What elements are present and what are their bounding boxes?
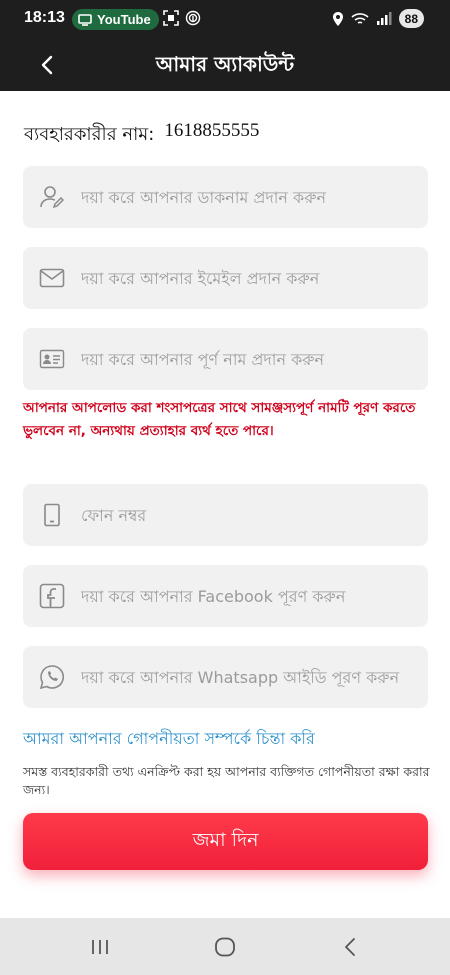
username-row: ব্যবহারকারীর নাম: 1618855555: [24, 120, 259, 151]
youtube-indicator[interactable]: YouTube: [72, 9, 159, 30]
screen-cast-icon: [78, 13, 92, 26]
privacy-link[interactable]: আমরা আপনার গোপনীয়তা সম্পর্কে চিন্তা করি: [23, 726, 315, 753]
phone-icon: [23, 503, 81, 527]
page-title: আমার অ্যাকাউন্ট: [155, 52, 295, 76]
submit-button[interactable]: জমা দিন: [23, 813, 428, 870]
location-icon: [332, 11, 343, 26]
status-time: 18:13: [24, 9, 65, 26]
user-edit-icon: [23, 184, 81, 210]
home-button[interactable]: [205, 932, 245, 962]
home-icon: [215, 937, 235, 957]
wifi-icon: [351, 12, 369, 24]
status-bar: 18:13 YouTube 88: [0, 0, 450, 38]
recent-apps-button[interactable]: [80, 932, 120, 962]
privacy-note: সমস্ত ব্যবহারকারী তথ্য এনক্রিপ্ট করা হয়…: [23, 764, 430, 797]
username-label: ব্যবহারকারীর নাম:: [24, 124, 155, 145]
facebook-input[interactable]: [81, 586, 428, 606]
email-field[interactable]: [23, 247, 428, 309]
battery-indicator: 88: [398, 9, 424, 28]
system-nav-bar: [0, 918, 450, 975]
phone-input[interactable]: [81, 505, 428, 525]
battery-level: 88: [404, 11, 418, 26]
id-card-icon: [23, 349, 81, 369]
fullname-input[interactable]: [81, 349, 428, 369]
whatsapp-field[interactable]: [23, 646, 428, 708]
nickname-field[interactable]: [23, 166, 428, 228]
whatsapp-icon: [23, 664, 81, 690]
nickname-input[interactable]: [81, 187, 428, 207]
screenshot-icon: [163, 10, 179, 26]
fingerprint-icon: [185, 10, 201, 26]
whatsapp-input[interactable]: [81, 667, 428, 687]
fullname-field[interactable]: [23, 328, 428, 390]
facebook-icon: [23, 583, 81, 609]
facebook-field[interactable]: [23, 565, 428, 627]
phone-field[interactable]: [23, 484, 428, 546]
app-header: আমার অ্যাকাউন্ট: [0, 38, 450, 91]
status-right-icons: 88: [332, 9, 424, 28]
name-warning-text: আপনার আপলোড করা শংসাপত্রের সাথে সামঞ্জস্…: [23, 400, 416, 439]
signal-icon: [376, 11, 392, 25]
back-triangle-icon: [345, 938, 355, 956]
mail-icon: [23, 268, 81, 288]
system-back-button[interactable]: [330, 932, 370, 962]
username-value: 1618855555: [164, 120, 260, 141]
youtube-label: YouTube: [97, 12, 151, 27]
status-left-icons: [163, 10, 201, 26]
recent-apps-icon: [92, 940, 108, 954]
email-input[interactable]: [81, 268, 428, 288]
